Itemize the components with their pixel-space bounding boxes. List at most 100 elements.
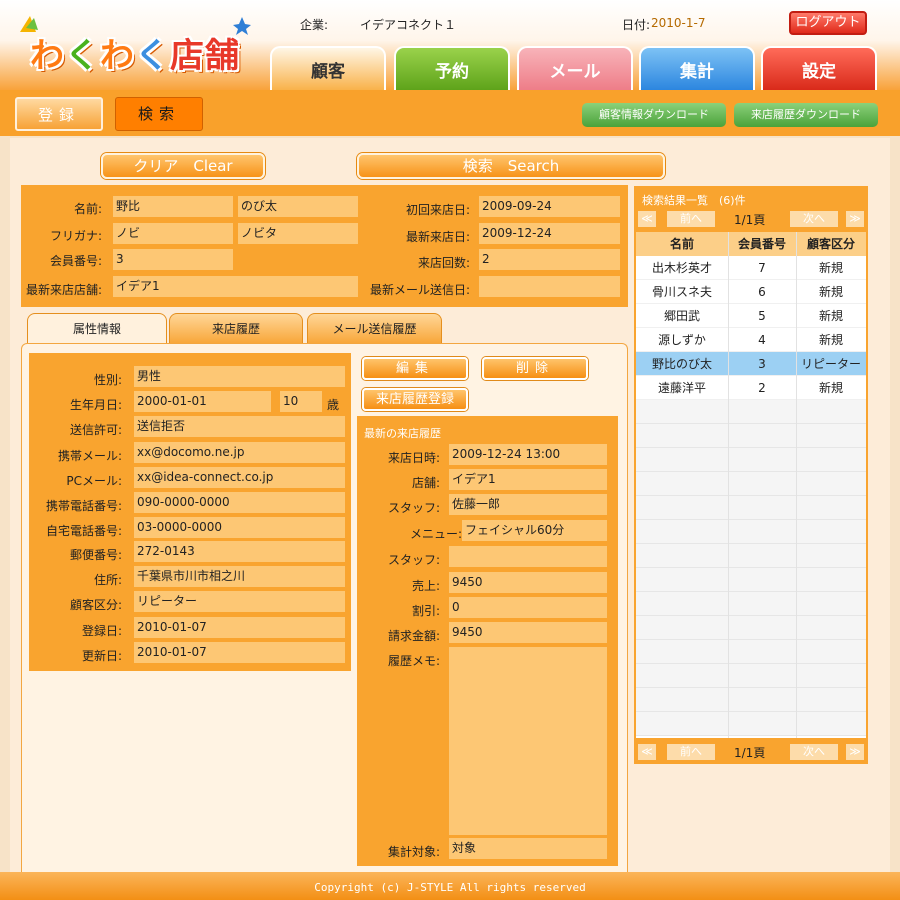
zip-field[interactable]: 272-0143 — [134, 541, 345, 562]
first-page-button[interactable]: ≪ — [638, 744, 656, 760]
empty-table-row — [636, 544, 866, 568]
birth-field[interactable]: 2000-01-01 — [134, 391, 271, 412]
pc-mail-field[interactable]: xx@idea-connect.co.jp — [134, 467, 345, 488]
tab-customers[interactable]: 顧客 — [270, 46, 386, 90]
table-row-selected[interactable]: 野比のび太 3 リピーター — [636, 352, 866, 376]
download-customers-button[interactable]: 顧客情報ダウンロード — [582, 103, 726, 127]
date-label: 日付: — [622, 18, 651, 32]
row-member-no: 7 — [758, 261, 766, 275]
visit-billed-field[interactable]: 9450 — [449, 622, 607, 643]
last-page-button[interactable]: ≫ — [846, 211, 864, 227]
register-button[interactable]: 登録 — [15, 97, 103, 131]
add-visit-button[interactable]: 来店履歴登録 — [362, 388, 468, 411]
visit-sales-field[interactable]: 9450 — [449, 572, 607, 593]
empty-table-row — [636, 688, 866, 712]
next-page-button[interactable]: 次へ — [790, 211, 838, 227]
search-results-panel: 検索結果一覧 (6)件 ≪ 前へ 1/1頁 次へ ≫ 名前 会員番号 顧客区分 … — [634, 186, 868, 764]
mobile-tel-field[interactable]: 090-0000-0000 — [134, 492, 345, 513]
pc-mail-label: PCメール: — [66, 474, 122, 488]
visit-datetime-field[interactable]: 2009-12-24 13:00 — [449, 444, 607, 465]
visit-count-field[interactable]: 2 — [479, 249, 620, 270]
empty-table-row — [636, 472, 866, 496]
updated-field[interactable]: 2010-01-07 — [134, 642, 345, 663]
empty-table-row — [636, 520, 866, 544]
table-row[interactable]: 遠藤洋平 2 新規 — [636, 376, 866, 400]
send-permission-field[interactable]: 送信拒否 — [134, 416, 345, 437]
last-name-field[interactable]: 野比 — [113, 196, 233, 217]
visit-memo-field[interactable] — [449, 647, 607, 835]
visit-staff-field[interactable]: 佐藤一郎 — [449, 494, 607, 515]
visit-discount-field[interactable]: 0 — [449, 597, 607, 618]
first-visit-field[interactable]: 2009-09-24 — [479, 196, 620, 217]
subtab-mail-history[interactable]: メール送信履歴 — [307, 313, 442, 343]
empty-table-row — [636, 640, 866, 664]
visit-memo-label: 履歴メモ: — [387, 654, 440, 668]
clear-button[interactable]: クリア Clear — [101, 153, 265, 179]
address-field[interactable]: 千葉県市川市相之川 — [134, 566, 345, 587]
gender-field[interactable]: 男性 — [134, 366, 345, 387]
row-name: 出木杉英才 — [651, 261, 712, 275]
visit-menu-field[interactable]: フェイシャル60分 — [462, 520, 607, 541]
latest-store-field[interactable]: イデア1 — [113, 276, 358, 297]
registered-field[interactable]: 2010-01-07 — [134, 617, 345, 638]
prev-page-button[interactable]: 前へ — [667, 211, 715, 227]
empty-table-row — [636, 424, 866, 448]
gender-label: 性別: — [93, 373, 122, 387]
latest-store-label: 最新来店店舗: — [25, 283, 102, 297]
tab-reservations[interactable]: 予約 — [394, 46, 510, 90]
home-tel-label: 自宅電話番号: — [45, 524, 122, 538]
last-page-button[interactable]: ≫ — [846, 744, 864, 760]
visit-aggregate-field[interactable]: 対象 — [449, 838, 607, 859]
subtab-visit-history[interactable]: 来店履歴 — [169, 313, 303, 343]
latest-visit-field[interactable]: 2009-12-24 — [479, 223, 620, 244]
category-field[interactable]: リピーター — [134, 591, 345, 612]
age-field[interactable]: 10 — [280, 391, 322, 412]
home-tel-field[interactable]: 03-0000-0000 — [134, 517, 345, 538]
table-row[interactable]: 出木杉英才 7 新規 — [636, 256, 866, 280]
subtab-attributes[interactable]: 属性情報 — [27, 313, 167, 343]
latest-mail-field[interactable] — [479, 276, 620, 297]
search-button[interactable]: 検索 Search — [357, 153, 665, 179]
visit-staff2-field[interactable] — [449, 546, 607, 567]
table-row[interactable]: 骨川スネ夫 6 新規 — [636, 280, 866, 304]
tab-mail[interactable]: メール — [517, 46, 633, 90]
logout-button[interactable]: ログアウト — [789, 11, 867, 35]
edit-button[interactable]: 編集 — [362, 357, 468, 380]
visit-staff2-label: スタッフ: — [387, 553, 440, 567]
first-kana-field[interactable]: ノビタ — [238, 223, 358, 244]
next-page-button[interactable]: 次へ — [790, 744, 838, 760]
first-name-field[interactable]: のび太 — [238, 196, 358, 217]
empty-table-row — [636, 712, 866, 736]
table-row[interactable]: 郷田武 5 新規 — [636, 304, 866, 328]
visit-store-field[interactable]: イデア1 — [449, 469, 607, 490]
visit-staff-label: スタッフ: — [387, 501, 440, 515]
download-visits-button[interactable]: 来店履歴ダウンロード — [734, 103, 878, 127]
column-member-no-header: 会員番号 — [737, 237, 786, 251]
visit-discount-label: 割引: — [411, 604, 440, 618]
member-no-field[interactable]: 3 — [113, 249, 233, 270]
address-label: 住所: — [93, 573, 122, 587]
name-label: 名前: — [73, 202, 102, 216]
row-name: 野比のび太 — [651, 357, 712, 371]
mobile-mail-label: 携帯メール: — [57, 449, 122, 463]
birth-label: 生年月日: — [69, 398, 122, 412]
prev-page-button[interactable]: 前へ — [667, 744, 715, 760]
results-title: 検索結果一覧 (6)件 — [642, 194, 746, 207]
updated-label: 更新日: — [81, 649, 122, 663]
footer: Copyright (c) J-STYLE All rights reserve… — [0, 872, 900, 900]
table-row[interactable]: 源しずか 4 新規 — [636, 328, 866, 352]
tab-settings[interactable]: 設定 — [761, 46, 877, 90]
mobile-mail-field[interactable]: xx@docomo.ne.jp — [134, 442, 345, 463]
delete-button[interactable]: 削除 — [482, 357, 588, 380]
visit-menu-label: メニュー: — [409, 527, 462, 541]
company-label: 企業: — [300, 18, 329, 32]
search-mode-button[interactable]: 検索 — [115, 97, 203, 131]
row-name: 遠藤洋平 — [657, 381, 706, 395]
results-header-row: 名前 会員番号 顧客区分 — [636, 232, 866, 256]
first-page-button[interactable]: ≪ — [638, 211, 656, 227]
company-name: イデアコネクト１ — [360, 18, 457, 32]
visit-aggregate-label: 集計対象: — [387, 845, 440, 859]
row-member-no: 5 — [758, 309, 766, 323]
tab-reports[interactable]: 集計 — [639, 46, 755, 90]
last-kana-field[interactable]: ノビ — [113, 223, 233, 244]
